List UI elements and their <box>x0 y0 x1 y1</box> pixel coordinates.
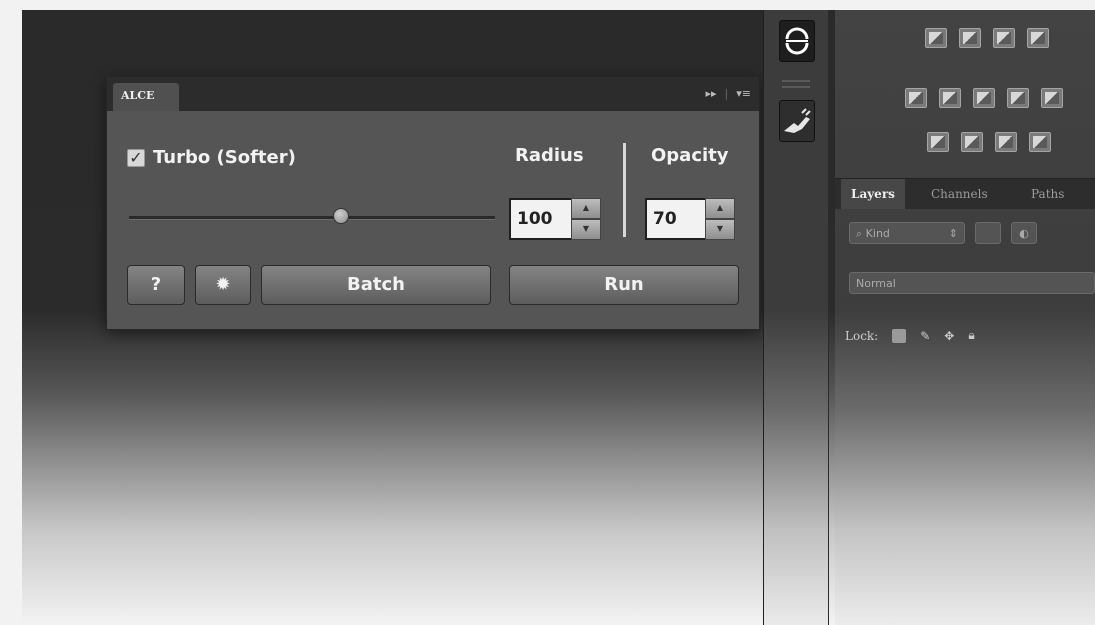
divider <box>623 143 626 237</box>
image-filter-icon[interactable] <box>975 222 1001 244</box>
turbo-label: Turbo (Softer) <box>153 147 296 168</box>
tab-paths[interactable]: Paths <box>1031 179 1064 209</box>
settings-button[interactable]: ✹ <box>195 265 251 305</box>
chevron-updown-icon: ⇕ <box>948 227 958 240</box>
radius-input[interactable]: 100 <box>509 198 573 240</box>
kind-filter-select[interactable]: ⌕ Kind ⇕ <box>849 222 965 244</box>
lock-transparent-icon[interactable] <box>892 328 907 343</box>
photo-filter-icon[interactable] <box>1007 88 1029 108</box>
panel-menu-icon[interactable]: ▾≡ <box>736 87 751 100</box>
opacity-label: Opacity <box>651 145 729 166</box>
blend-mode-value: Normal <box>856 277 896 290</box>
exposure-icon[interactable] <box>1027 28 1049 48</box>
alce-panel-header: ALCE ▸▸ | ▾≡ <box>107 77 759 111</box>
color-balance-icon[interactable] <box>939 88 961 108</box>
help-button[interactable]: ? <box>127 265 185 305</box>
desktop-background: ALCE ▸▸ | ▾≡ ✓ Turbo (Softer) Radius 100… <box>22 10 1095 625</box>
tab-channels[interactable]: Channels <box>931 179 988 209</box>
double-chevron-right-icon[interactable]: ▸▸ <box>705 87 716 100</box>
kind-filter-label: Kind <box>865 227 890 240</box>
brush-icon[interactable]: ✎ <box>920 329 930 343</box>
lock-icon[interactable]: 🔒︎ <box>968 328 974 343</box>
batch-button[interactable]: Batch <box>261 265 491 305</box>
alce-panel: ALCE ▸▸ | ▾≡ ✓ Turbo (Softer) Radius 100… <box>106 76 760 330</box>
radius-decrement-button[interactable]: ▼ <box>571 219 601 240</box>
turbo-checkbox[interactable]: ✓ <box>127 148 145 167</box>
tab-layers[interactable]: Layers <box>841 179 905 209</box>
layers-panel-area: Layers Channels Paths ⌕ Kind ⇕ ◐ Normal … <box>835 10 1095 625</box>
search-icon: ⌕ <box>856 227 863 240</box>
channel-mixer-icon[interactable] <box>1041 88 1063 108</box>
move-icon[interactable]: ✥ <box>944 329 954 343</box>
radius-increment-button[interactable]: ▲ <box>571 198 601 219</box>
opacity-input[interactable]: 70 <box>645 198 707 240</box>
alce-panel-tab[interactable]: ALCE <box>113 83 179 111</box>
refresh-icon[interactable] <box>779 20 815 62</box>
opacity-increment-button[interactable]: ▲ <box>705 198 735 219</box>
alce-panel-controls: ▸▸ | ▾≡ <box>705 87 751 100</box>
dock-separator <box>782 86 810 88</box>
brightness-icon[interactable] <box>925 28 947 48</box>
panel-dock <box>763 10 829 625</box>
levels-icon[interactable] <box>959 28 981 48</box>
curves-icon[interactable] <box>993 28 1015 48</box>
adjustment-filter-icon[interactable]: ◐ <box>1011 222 1037 244</box>
vibrance-icon[interactable] <box>905 88 927 108</box>
invert-icon[interactable] <box>927 132 949 152</box>
lock-row: Lock: ✎ ✥ 🔒︎ <box>845 328 975 343</box>
divider: | <box>724 87 729 100</box>
black-white-icon[interactable] <box>973 88 995 108</box>
dock-separator <box>782 80 810 82</box>
turbo-option[interactable]: ✓ Turbo (Softer) <box>127 147 296 168</box>
strength-slider-track[interactable] <box>129 216 495 220</box>
gear-icon: ✹ <box>215 274 231 295</box>
layers-tabs: Layers Channels Paths <box>835 178 1095 209</box>
blend-mode-select[interactable]: Normal <box>849 272 1095 294</box>
posterize-icon[interactable] <box>961 132 983 152</box>
run-button[interactable]: Run <box>509 265 739 305</box>
opacity-stepper[interactable]: ▲ ▼ <box>705 198 735 240</box>
gradient-map-icon[interactable] <box>1029 132 1051 152</box>
adjustments-row-2 <box>905 88 1063 108</box>
strength-slider-thumb[interactable] <box>333 208 350 224</box>
opacity-decrement-button[interactable]: ▼ <box>705 219 735 240</box>
adjustments-row-3 <box>927 132 1051 152</box>
threshold-icon[interactable] <box>995 132 1017 152</box>
alce-plugin-icon[interactable] <box>779 100 815 142</box>
lock-label: Lock: <box>845 328 879 343</box>
radius-label: Radius <box>515 145 584 166</box>
radius-stepper[interactable]: ▲ ▼ <box>571 198 601 240</box>
adjustments-row-1 <box>925 28 1049 48</box>
